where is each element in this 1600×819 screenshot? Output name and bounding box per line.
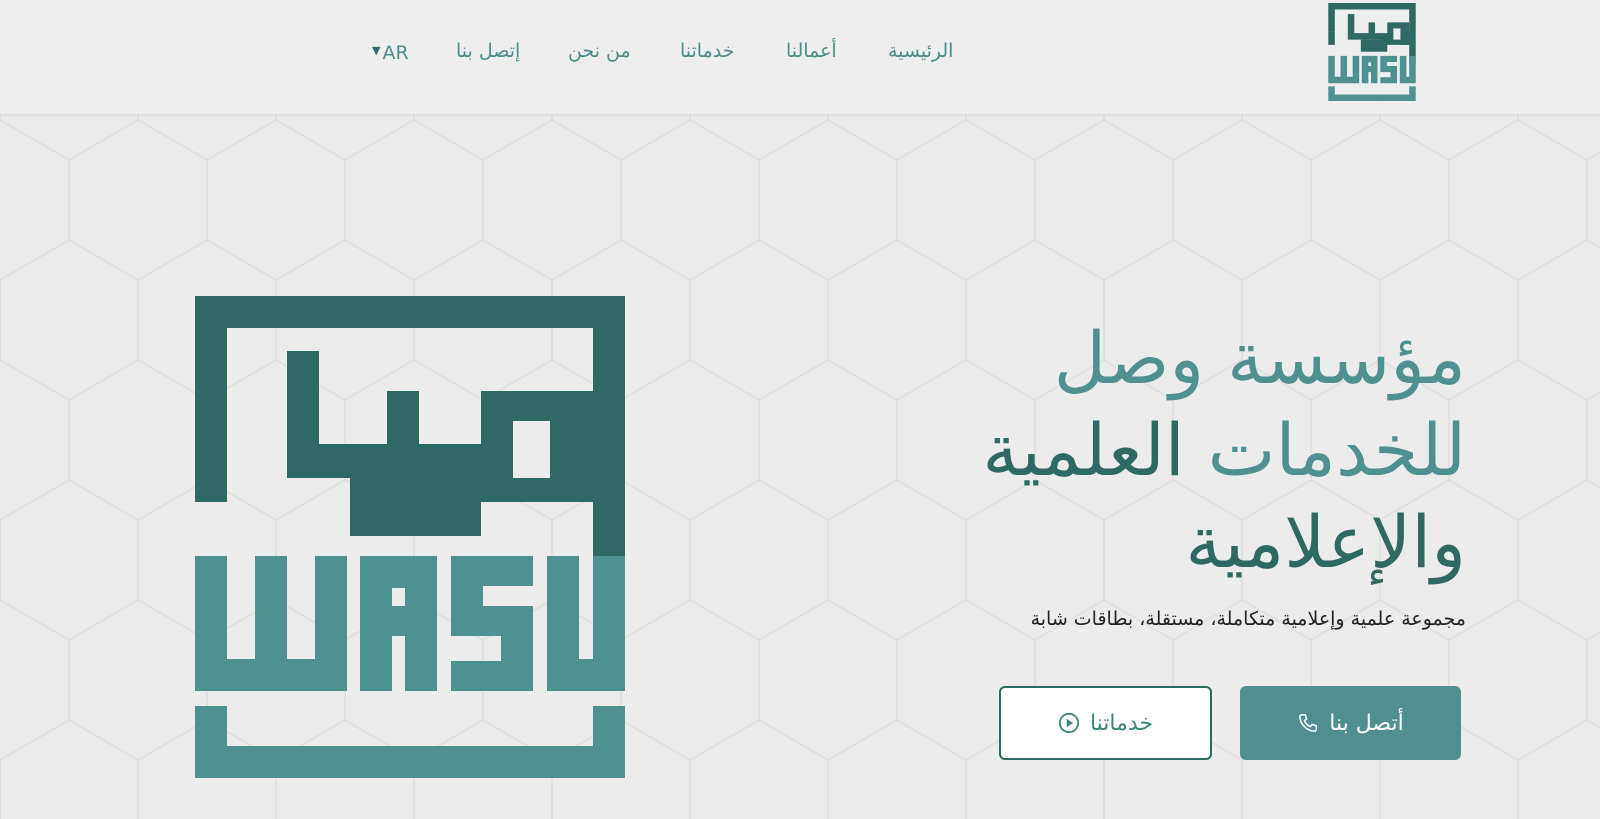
hero-title-word-scientific: العلمية (982, 408, 1185, 492)
hero-title-line-3: والإعلامية (1185, 500, 1466, 584)
wasl-logo-large (195, 296, 625, 778)
chevron-down-icon: ▼ (372, 43, 381, 57)
services-button-label: خدماتنا (1089, 710, 1154, 736)
language-label: AR (382, 42, 409, 64)
language-selector[interactable]: ▼ AR (372, 42, 409, 64)
hero-title-line-2: للخدمات العلمية (826, 404, 1466, 496)
nav-item-services[interactable]: خدماتنا (680, 40, 735, 62)
wasl-logo-small[interactable] (1328, 3, 1416, 101)
contact-button-label: أتصل بنا (1329, 710, 1404, 736)
hero-subtitle: مجموعة علمية وإعلامية متكاملة، مستقلة، ب… (1030, 608, 1466, 630)
contact-us-button[interactable]: أتصل بنا (1240, 686, 1461, 760)
play-circle-icon (1058, 712, 1080, 734)
hero-title-line-1: مؤسسة وصل (1053, 316, 1466, 400)
hero-title-word-services: للخدمات (1207, 408, 1466, 492)
nav-item-contact[interactable]: إتصل بنا (456, 40, 520, 62)
our-services-button[interactable]: خدماتنا (999, 686, 1212, 760)
hero-title: مؤسسة وصل للخدمات العلمية والإعلامية (826, 312, 1466, 588)
nav-item-our-work[interactable]: أعمالنا (786, 40, 837, 62)
page: الرئيسية أعمالنا خدماتنا من نحن إتصل بنا… (0, 0, 1600, 819)
top-navigation-bar: الرئيسية أعمالنا خدماتنا من نحن إتصل بنا… (0, 0, 1600, 115)
nav-item-about[interactable]: من نحن (568, 40, 631, 62)
nav-item-home[interactable]: الرئيسية (888, 40, 953, 62)
phone-icon (1299, 714, 1318, 732)
